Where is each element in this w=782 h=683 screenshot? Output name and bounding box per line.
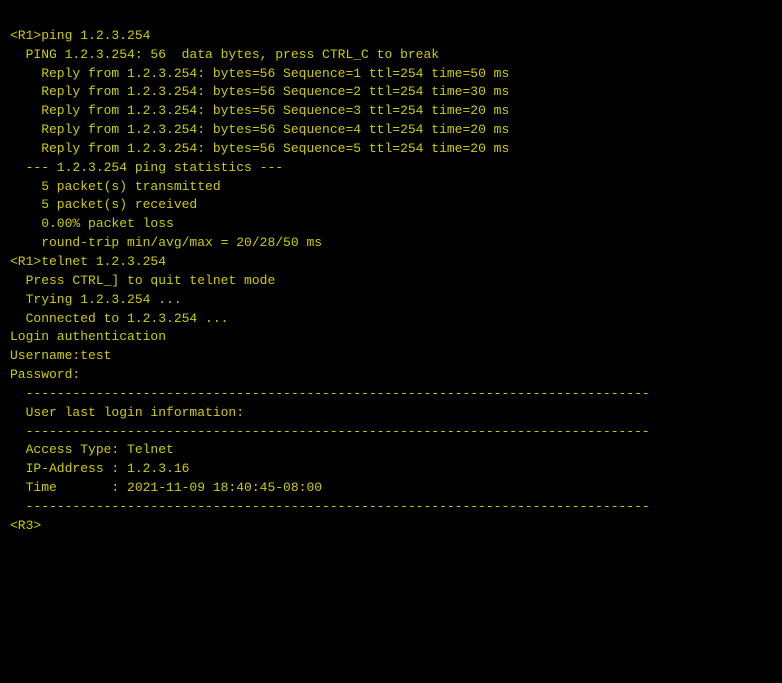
terminal-line: Password:: [10, 366, 772, 385]
terminal-line: ----------------------------------------…: [10, 385, 772, 404]
terminal-line: --- 1.2.3.254 ping statistics ---: [10, 159, 772, 178]
terminal-line: ----------------------------------------…: [10, 423, 772, 442]
terminal-line: round-trip min/avg/max = 20/28/50 ms: [10, 234, 772, 253]
terminal-line: Reply from 1.2.3.254: bytes=56 Sequence=…: [10, 65, 772, 84]
terminal-line: Login authentication: [10, 328, 772, 347]
terminal-line: <R1>telnet 1.2.3.254: [10, 253, 772, 272]
terminal-line: <R1>ping 1.2.3.254: [10, 27, 772, 46]
terminal-line: Reply from 1.2.3.254: bytes=56 Sequence=…: [10, 121, 772, 140]
terminal-line: Press CTRL_] to quit telnet mode: [10, 272, 772, 291]
terminal-line: Reply from 1.2.3.254: bytes=56 Sequence=…: [10, 102, 772, 121]
terminal-line: Connected to 1.2.3.254 ...: [10, 310, 772, 329]
terminal-line: 5 packet(s) received: [10, 196, 772, 215]
terminal-line: IP-Address : 1.2.3.16: [10, 460, 772, 479]
terminal-line: User last login information:: [10, 404, 772, 423]
terminal-line: Time : 2021-11-09 18:40:45-08:00: [10, 479, 772, 498]
terminal-line: 5 packet(s) transmitted: [10, 178, 772, 197]
terminal-line: <R3>: [10, 517, 772, 536]
terminal-window[interactable]: <R1>ping 1.2.3.254 PING 1.2.3.254: 56 da…: [0, 0, 782, 683]
terminal-line: Reply from 1.2.3.254: bytes=56 Sequence=…: [10, 140, 772, 159]
terminal-line: Access Type: Telnet: [10, 441, 772, 460]
terminal-line: PING 1.2.3.254: 56 data bytes, press CTR…: [10, 46, 772, 65]
terminal-line: Trying 1.2.3.254 ...: [10, 291, 772, 310]
terminal-line: ----------------------------------------…: [10, 498, 772, 517]
terminal-line: Username:test: [10, 347, 772, 366]
terminal-line: Reply from 1.2.3.254: bytes=56 Sequence=…: [10, 83, 772, 102]
terminal-line: 0.00% packet loss: [10, 215, 772, 234]
